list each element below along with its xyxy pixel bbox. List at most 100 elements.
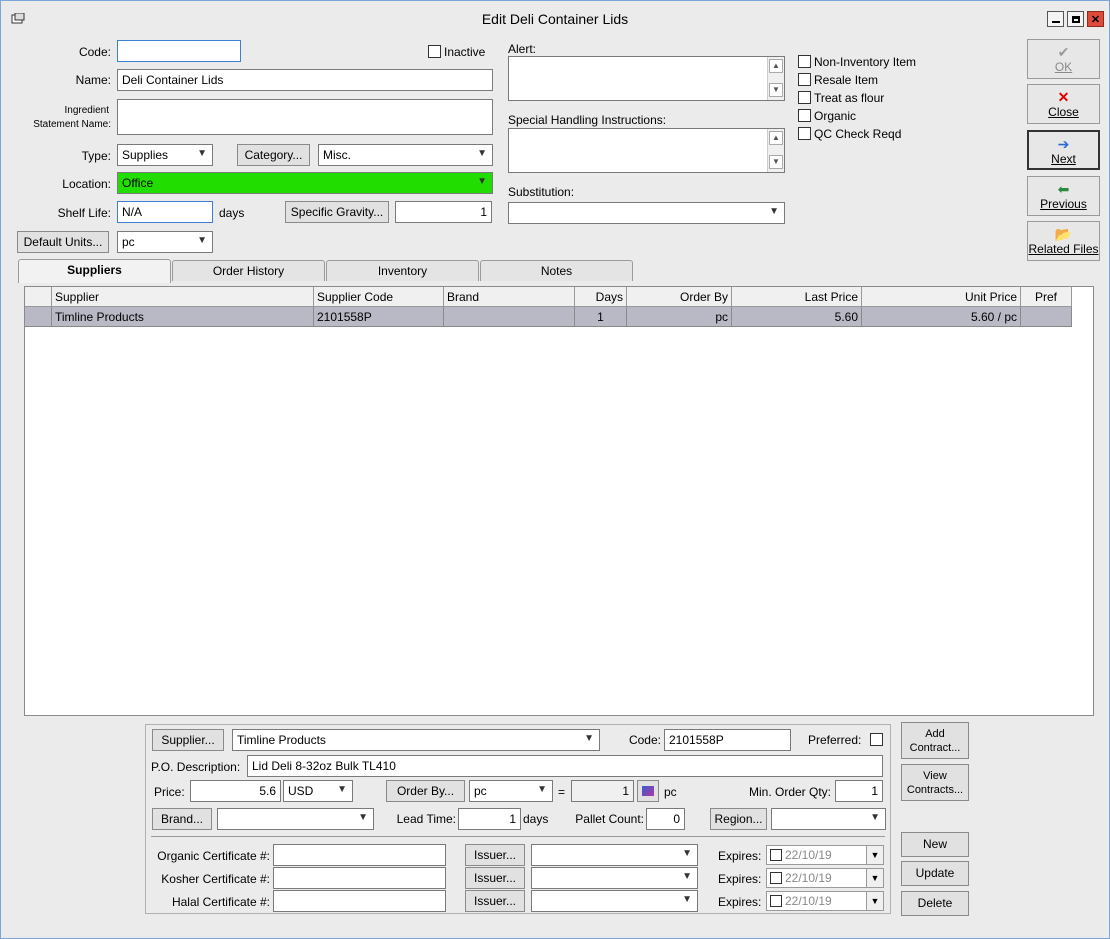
region-select[interactable]: ▼ xyxy=(771,808,886,830)
chevron-down-icon[interactable]: ▼ xyxy=(866,846,883,864)
type-select[interactable]: Supplies ▼ xyxy=(117,144,213,166)
special-handling-textarea[interactable]: ▲ ▼ xyxy=(508,128,785,173)
new-supplier-button[interactable]: New xyxy=(901,832,969,857)
view-contracts-button[interactable]: View Contracts... xyxy=(901,764,969,801)
tab-inventory[interactable]: Inventory xyxy=(326,260,479,281)
lead-time-input[interactable]: 1 xyxy=(458,808,521,830)
cell-unit-price: 5.60 / pc xyxy=(862,307,1021,327)
ingredient-statement-input[interactable] xyxy=(117,99,493,135)
column-header-order-by[interactable]: Order By xyxy=(627,287,732,307)
order-by-button[interactable]: Order By... xyxy=(386,780,465,802)
code-input[interactable] xyxy=(117,40,241,62)
kosher-certificate-input[interactable] xyxy=(273,867,446,889)
kosher-expires-checkbox[interactable] xyxy=(770,872,782,884)
supplier-button[interactable]: Supplier... xyxy=(152,729,224,751)
qc-check-checkbox[interactable] xyxy=(798,127,811,140)
ok-button[interactable]: ✔ OK xyxy=(1027,39,1100,79)
specific-gravity-button[interactable]: Specific Gravity... xyxy=(285,201,389,223)
close-icon: ✕ xyxy=(1090,13,1101,26)
previous-arrow-icon: ⬅ xyxy=(1057,181,1070,197)
name-input[interactable]: Deli Container Lids xyxy=(117,69,493,91)
kosher-expires-date[interactable]: 22/10/19 ▼ xyxy=(766,868,884,888)
window-close-button[interactable]: ✕ xyxy=(1087,11,1104,27)
shelf-life-input[interactable]: N/A xyxy=(117,201,213,223)
special-handling-scrollbar[interactable]: ▲ ▼ xyxy=(767,129,784,172)
currency-select[interactable]: USD ▼ xyxy=(283,780,353,802)
alert-scrollbar[interactable]: ▲ ▼ xyxy=(767,57,784,100)
organic-checkbox[interactable] xyxy=(798,109,811,122)
tab-order-history[interactable]: Order History xyxy=(172,260,325,281)
column-header-pref[interactable]: Pref xyxy=(1021,287,1072,307)
conversion-calculator-button[interactable] xyxy=(637,780,659,802)
pallet-count-input[interactable]: 0 xyxy=(646,808,685,830)
delete-supplier-button[interactable]: Delete xyxy=(901,891,969,916)
chevron-down-icon[interactable]: ▼ xyxy=(866,892,883,910)
scroll-down-icon: ▼ xyxy=(769,83,783,97)
column-header-days[interactable]: Days xyxy=(575,287,627,307)
treat-as-flour-checkbox[interactable] xyxy=(798,91,811,104)
supplier-code-input[interactable]: 2101558P xyxy=(664,729,791,751)
conversion-unit-label: pc xyxy=(664,785,677,799)
calculator-icon xyxy=(642,786,654,796)
maximize-button[interactable] xyxy=(1067,11,1084,27)
kosher-issuer-button[interactable]: Issuer... xyxy=(465,867,525,889)
default-units-select[interactable]: pc ▼ xyxy=(117,231,213,253)
organic-issuer-button[interactable]: Issuer... xyxy=(465,844,525,866)
close-button[interactable]: ✕ Close xyxy=(1027,84,1100,124)
halal-issuer-button[interactable]: Issuer... xyxy=(465,890,525,912)
order-by-select[interactable]: pc ▼ xyxy=(469,780,553,802)
minimize-button[interactable] xyxy=(1047,11,1064,27)
next-button[interactable]: ➔ Next xyxy=(1027,130,1100,170)
organic-expires-date[interactable]: 22/10/19 ▼ xyxy=(766,845,884,865)
chevron-down-icon: ▼ xyxy=(477,148,487,159)
category-select[interactable]: Misc. ▼ xyxy=(318,144,493,166)
column-header-supplier-code[interactable]: Supplier Code xyxy=(314,287,444,307)
update-supplier-button[interactable]: Update xyxy=(901,861,969,886)
ingredient-label-line1: Ingredient xyxy=(64,105,109,116)
shelf-life-label: Shelf Life: xyxy=(57,206,111,220)
alert-textarea[interactable]: ▲ ▼ xyxy=(508,56,785,101)
halal-issuer-select[interactable]: ▼ xyxy=(531,890,698,912)
qc-check-label: QC Check Reqd xyxy=(814,127,902,141)
add-contract-button[interactable]: Add Contract... xyxy=(901,722,969,759)
organic-certificate-input[interactable] xyxy=(273,844,446,866)
organic-issuer-select[interactable]: ▼ xyxy=(531,844,698,866)
row-selector[interactable] xyxy=(25,307,52,327)
organic-expires-value: 22/10/19 xyxy=(785,848,832,862)
category-button[interactable]: Category... xyxy=(237,144,310,166)
chevron-down-icon[interactable]: ▼ xyxy=(866,869,883,887)
conversion-input[interactable]: 1 xyxy=(571,780,634,802)
column-header-supplier[interactable]: Supplier xyxy=(52,287,314,307)
column-header-last-price[interactable]: Last Price xyxy=(732,287,862,307)
halal-certificate-input[interactable] xyxy=(273,890,446,912)
column-header-unit-price[interactable]: Unit Price xyxy=(862,287,1021,307)
organic-expires-checkbox[interactable] xyxy=(770,849,782,861)
region-button[interactable]: Region... xyxy=(710,808,767,830)
type-value: Supplies xyxy=(122,148,169,162)
location-select[interactable]: Office ▼ xyxy=(117,172,493,194)
resale-item-checkbox[interactable] xyxy=(798,73,811,86)
substitution-select[interactable]: ▼ xyxy=(508,202,785,224)
preferred-checkbox[interactable] xyxy=(870,733,883,746)
brand-button[interactable]: Brand... xyxy=(152,808,212,830)
po-description-input[interactable]: Lid Deli 8-32oz Bulk TL410 xyxy=(247,755,883,777)
non-inventory-checkbox[interactable] xyxy=(798,55,811,68)
kosher-issuer-select[interactable]: ▼ xyxy=(531,867,698,889)
halal-expires-date[interactable]: 22/10/19 ▼ xyxy=(766,891,884,911)
specific-gravity-input[interactable]: 1 xyxy=(395,201,492,223)
price-input[interactable]: 5.6 xyxy=(190,780,281,802)
next-label: Next xyxy=(1051,152,1076,166)
min-order-qty-input[interactable]: 1 xyxy=(835,780,883,802)
default-units-button[interactable]: Default Units... xyxy=(17,231,109,253)
tab-notes[interactable]: Notes xyxy=(480,260,633,281)
title-bar: Edit Deli Container Lids ✕ xyxy=(1,1,1109,35)
brand-select[interactable]: ▼ xyxy=(217,808,374,830)
suppliers-grid[interactable]: Supplier Supplier Code Brand Days Order … xyxy=(24,286,1094,716)
supplier-select[interactable]: Timline Products ▼ xyxy=(232,729,600,751)
halal-expires-checkbox[interactable] xyxy=(770,895,782,907)
column-header-brand[interactable]: Brand xyxy=(444,287,575,307)
inactive-checkbox[interactable] xyxy=(428,45,441,58)
related-files-button[interactable]: 📂 Related Files xyxy=(1027,221,1100,261)
previous-button[interactable]: ⬅ Previous xyxy=(1027,176,1100,216)
tab-suppliers[interactable]: Suppliers xyxy=(18,259,171,283)
